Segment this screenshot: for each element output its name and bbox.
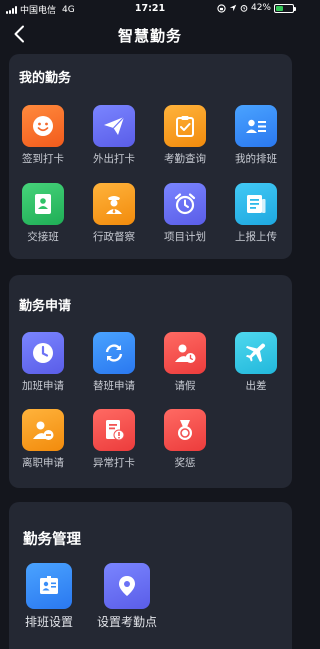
section-title: 我的勤务 xyxy=(19,71,72,86)
person-clock-icon xyxy=(164,332,206,374)
section-duty-management: 勤务管理 排班设置 设置考勤点 xyxy=(9,502,292,649)
item-label: 项目计划 xyxy=(164,231,206,243)
alarm-icon xyxy=(240,5,248,12)
status-bar: 中国电信 4G 17:21 42% xyxy=(0,0,300,18)
location-arrow-icon xyxy=(229,4,237,12)
grid-item-substitute-application[interactable]: 替班申请 xyxy=(84,332,144,393)
item-label: 外出打卡 xyxy=(93,153,135,165)
section-title: 勤务管理 xyxy=(23,532,81,548)
grid-item-overtime-application[interactable]: 加班申请 xyxy=(13,332,73,393)
lock-rotation-icon xyxy=(217,3,226,13)
item-label: 替班申请 xyxy=(93,380,135,392)
battery-icon xyxy=(274,3,296,13)
id-card-icon xyxy=(235,105,277,147)
section-my-duty: 我的勤务 签到打卡 外出打卡 考勤查询 我的排班 交接班 行政督察 项目计划 上… xyxy=(9,54,292,259)
grid-item-attendance-point-settings[interactable]: 设置考勤点 xyxy=(85,563,169,630)
item-label: 加班申请 xyxy=(22,380,64,392)
grid-item-report-upload[interactable]: 上报上传 xyxy=(226,183,286,244)
status-right: 42% xyxy=(217,3,296,13)
grid-item-leave[interactable]: 请假 xyxy=(155,332,215,393)
airplane-icon xyxy=(235,332,277,374)
swap-icon xyxy=(93,332,135,374)
alert-document-icon xyxy=(93,409,135,451)
item-label: 奖惩 xyxy=(174,457,196,469)
officer-icon xyxy=(93,183,135,225)
grid-item-attendance-query[interactable]: 考勤查询 xyxy=(155,105,215,166)
grid-item-outing-check-in[interactable]: 外出打卡 xyxy=(84,105,144,166)
grid-item-abnormal-check-in[interactable]: 异常打卡 xyxy=(84,409,144,470)
item-label: 离职申请 xyxy=(22,457,64,469)
smile-icon xyxy=(22,105,64,147)
item-label: 异常打卡 xyxy=(93,457,135,469)
document-icon xyxy=(235,183,277,225)
item-label: 出差 xyxy=(245,380,267,392)
item-label: 请假 xyxy=(174,380,196,392)
item-label: 上报上传 xyxy=(235,231,277,243)
item-label: 考勤查询 xyxy=(164,153,206,165)
item-label: 交接班 xyxy=(27,231,59,243)
section-title: 勤务申请 xyxy=(19,299,72,314)
navigation-bar: 智慧勤务 xyxy=(0,18,300,50)
grid-item-check-in[interactable]: 签到打卡 xyxy=(13,105,73,166)
grid-item-my-schedule[interactable]: 我的排班 xyxy=(226,105,286,166)
battery-percent: 42% xyxy=(250,3,271,13)
schedule-card-icon xyxy=(26,563,72,609)
grid-item-business-trip[interactable]: 出差 xyxy=(226,332,286,393)
section-duty-application: 勤务申请 加班申请 替班申请 请假 出差 离职申请 异常打卡 奖惩 xyxy=(9,275,292,488)
alarm-clock-icon xyxy=(164,183,206,225)
grid-item-admin-inspection[interactable]: 行政督察 xyxy=(84,183,144,244)
grid-item-handover[interactable]: 交接班 xyxy=(13,183,73,244)
page-title: 智慧勤务 xyxy=(117,27,182,45)
item-label: 我的排班 xyxy=(235,153,277,165)
item-label: 签到打卡 xyxy=(22,153,64,165)
grid-item-reward-punishment[interactable]: 奖惩 xyxy=(155,409,215,470)
item-label: 设置考勤点 xyxy=(96,615,157,629)
grid-item-project-plan[interactable]: 项目计划 xyxy=(155,183,215,244)
item-label: 行政督察 xyxy=(93,231,135,243)
grid-item-resignation-application[interactable]: 离职申请 xyxy=(13,409,73,470)
grid-item-schedule-settings[interactable]: 排班设置 xyxy=(17,563,81,630)
item-label: 排班设置 xyxy=(24,615,73,629)
person-minus-icon xyxy=(22,409,64,451)
clipboard-check-icon xyxy=(164,105,206,147)
paper-plane-icon xyxy=(93,105,135,147)
location-pin-icon xyxy=(104,563,150,609)
clock-icon xyxy=(22,332,64,374)
medal-icon xyxy=(164,409,206,451)
handover-icon xyxy=(22,183,64,225)
